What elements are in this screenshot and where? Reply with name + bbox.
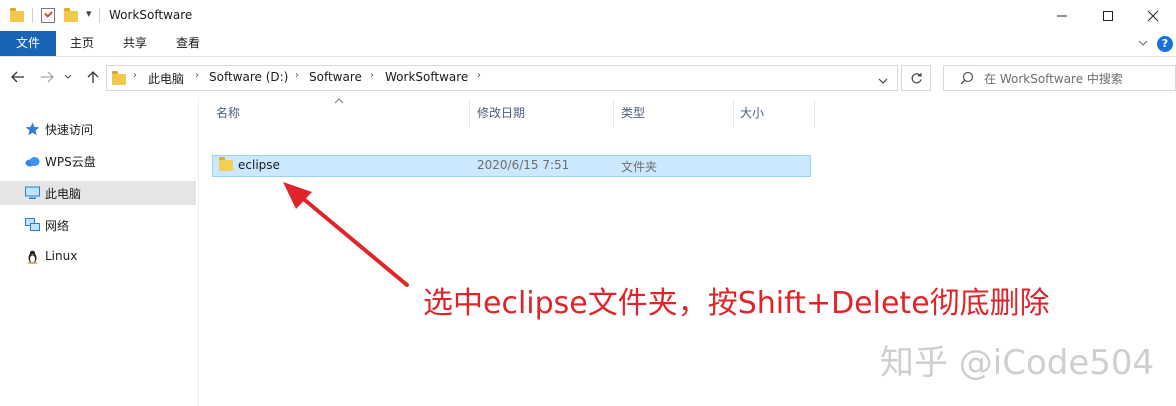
watermark-text: 知乎 @iCode504 — [880, 343, 1155, 383]
annotation-text: 选中eclipse文件夹，按Shift+Delete彻底删除 — [423, 286, 1050, 321]
